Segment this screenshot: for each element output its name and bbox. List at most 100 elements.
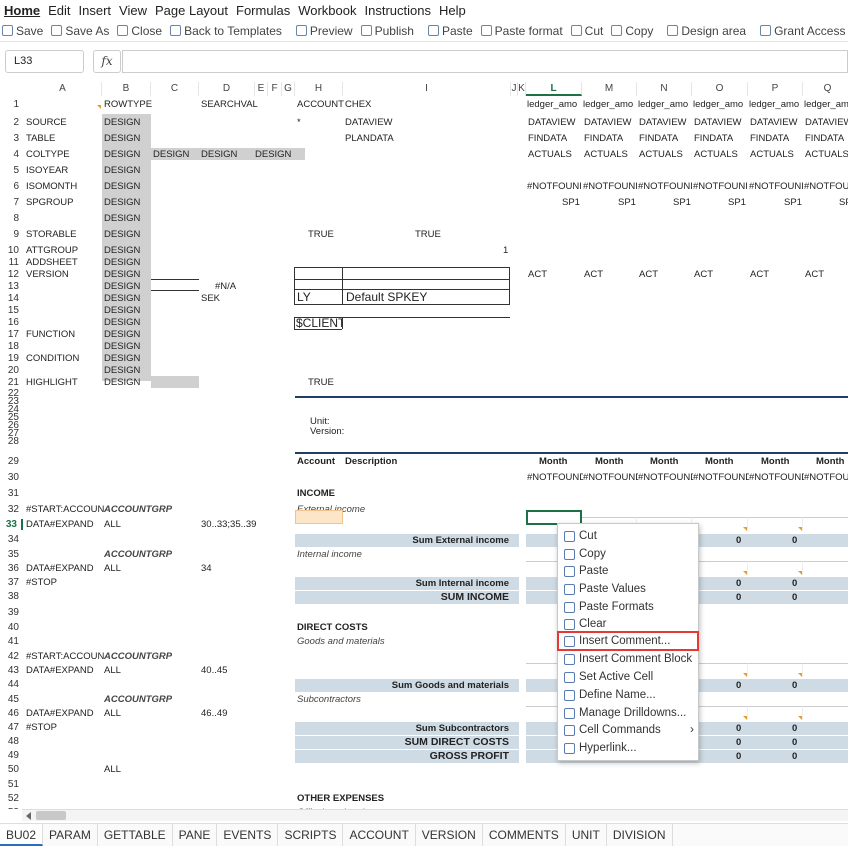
toolbar-back-to-templates-button[interactable]: Back to Templates	[170, 24, 282, 38]
column-header-l[interactable]: L	[526, 82, 582, 96]
menu-workbook[interactable]: Workbook	[298, 3, 356, 18]
context-menu-manage-drilldowns[interactable]: Manage Drilldowns...	[558, 704, 698, 722]
row-header-43[interactable]: 43	[0, 665, 23, 676]
row-header-7[interactable]: 7	[0, 197, 23, 208]
row-header-47[interactable]: 47	[0, 722, 23, 733]
column-header-h[interactable]: H	[295, 82, 343, 96]
row-header-9[interactable]: 9	[0, 229, 23, 240]
toolbar-paste-button[interactable]: Paste	[427, 24, 473, 38]
row-header-36[interactable]: 36	[0, 563, 23, 574]
row-header-51[interactable]: 51	[0, 779, 23, 790]
row-header-50[interactable]: 50	[0, 764, 23, 775]
sheet-tab-pane[interactable]: PANE	[173, 824, 218, 846]
formula-input[interactable]	[122, 50, 848, 73]
context-menu-clear[interactable]: Clear	[558, 615, 698, 633]
row-header-37[interactable]: 37	[0, 577, 23, 588]
row-header-15[interactable]: 15	[0, 305, 23, 316]
column-header-m[interactable]: M	[582, 82, 637, 96]
toolbar-design-area-button[interactable]: Design area	[667, 24, 746, 38]
row-header-10[interactable]: 10	[0, 245, 23, 256]
context-menu-paste-values[interactable]: Paste Values	[558, 580, 698, 598]
row-header-41[interactable]: 41	[0, 636, 23, 647]
row-header-29[interactable]: 29	[0, 456, 23, 467]
column-header-j[interactable]: J	[511, 82, 518, 96]
context-menu-cut[interactable]: Cut	[558, 527, 698, 545]
column-header-f[interactable]: F	[268, 82, 282, 96]
context-menu-set-active-cell[interactable]: Set Active Cell	[558, 668, 698, 686]
column-header-q[interactable]: Q	[803, 82, 848, 96]
row-header-21[interactable]: 21	[0, 377, 23, 388]
row-header-44[interactable]: 44	[0, 679, 23, 690]
row-header-1[interactable]: 1	[0, 99, 23, 110]
menu-page-layout[interactable]: Page Layout	[155, 3, 228, 18]
scroll-thumb[interactable]	[36, 811, 66, 820]
menu-home[interactable]: Home	[4, 3, 40, 18]
menu-insert[interactable]: Insert	[79, 3, 112, 18]
column-header-g[interactable]: G	[282, 82, 295, 96]
row-header-32[interactable]: 32	[0, 504, 23, 515]
fx-button[interactable]: fx	[93, 50, 121, 73]
row-header-19[interactable]: 19	[0, 353, 23, 364]
toolbar-preview-button[interactable]: Preview	[295, 24, 353, 38]
sheet-tab-gettable[interactable]: GETTABLE	[98, 824, 173, 846]
row-header-39[interactable]: 39	[0, 607, 23, 618]
row-header-30[interactable]: 30	[0, 472, 23, 483]
name-box[interactable]: L33	[5, 50, 84, 73]
toolbar-cut-button[interactable]: Cut	[570, 24, 603, 38]
column-header-k[interactable]: K	[518, 82, 526, 96]
toolbar-save-as-button[interactable]: Save As	[51, 24, 109, 38]
row-header-35[interactable]: 35	[0, 549, 23, 560]
row-header-4[interactable]: 4	[0, 149, 23, 160]
sheet-tab-account[interactable]: ACCOUNT	[343, 824, 416, 846]
column-header-c[interactable]: C	[151, 82, 199, 96]
context-menu-define-name[interactable]: Define Name...	[558, 686, 698, 704]
menu-help[interactable]: Help	[439, 3, 466, 18]
row-header-34[interactable]: 34	[0, 534, 23, 545]
row-header-6[interactable]: 6	[0, 181, 23, 192]
row-header-2[interactable]: 2	[0, 117, 23, 128]
row-header-42[interactable]: 42	[0, 651, 23, 662]
row-header-20[interactable]: 20	[0, 365, 23, 376]
horizontal-scrollbar[interactable]	[22, 809, 848, 821]
column-header-i[interactable]: I	[343, 82, 511, 96]
row-header-18[interactable]: 18	[0, 341, 23, 352]
row-header-48[interactable]: 48	[0, 736, 23, 747]
toolbar-publish-button[interactable]: Publish	[360, 24, 414, 38]
row-header-33[interactable]: 33	[0, 519, 23, 530]
row-header-17[interactable]: 17	[0, 329, 23, 340]
toolbar-grant-access-button[interactable]: Grant Access	[760, 24, 845, 38]
toolbar-copy-button[interactable]: Copy	[611, 24, 653, 38]
column-header-e[interactable]: E	[255, 82, 268, 96]
row-header-53[interactable]: 53	[0, 807, 23, 809]
row-header-14[interactable]: 14	[0, 293, 23, 304]
menu-view[interactable]: View	[119, 3, 147, 18]
menu-instructions[interactable]: Instructions	[365, 3, 431, 18]
context-menu-insert-comment-block[interactable]: Insert Comment Block	[558, 650, 698, 668]
toolbar-paste-format-button[interactable]: Paste format	[480, 24, 563, 38]
context-menu-hyperlink[interactable]: Hyperlink...	[558, 739, 698, 757]
row-header-38[interactable]: 38	[0, 591, 23, 602]
row-header-52[interactable]: 52	[0, 793, 23, 804]
row-header-40[interactable]: 40	[0, 622, 23, 633]
row-header-13[interactable]: 13	[0, 281, 23, 292]
sheet-tab-comments[interactable]: COMMENTS	[483, 824, 566, 846]
column-header-a[interactable]: A	[24, 82, 102, 96]
sheet-tab-param[interactable]: PARAM	[43, 824, 98, 846]
row-header-46[interactable]: 46	[0, 708, 23, 719]
menu-formulas[interactable]: Formulas	[236, 3, 290, 18]
sheet-tab-bu02[interactable]: BU02	[0, 824, 44, 846]
context-menu-paste-formats[interactable]: Paste Formats	[558, 598, 698, 616]
spreadsheet-grid[interactable]: A B C D E F G H I J K L M N O P Q 1 2 3 4 5 6 7 8 9 10 11 12 13 14 15 16…	[0, 82, 848, 809]
sheet-tab-division[interactable]: DIVISION	[607, 824, 673, 846]
row-header-31[interactable]: 31	[0, 488, 23, 499]
row-header-16[interactable]: 16	[0, 317, 23, 328]
row-header-45[interactable]: 45	[0, 694, 23, 705]
row-header-5[interactable]: 5	[0, 165, 23, 176]
column-header-o[interactable]: O	[692, 82, 748, 96]
toolbar-close-button[interactable]: Close	[117, 24, 162, 38]
row-header-28[interactable]: 28	[0, 436, 23, 447]
context-menu-cell-commands[interactable]: Cell Commands ›	[558, 721, 698, 739]
sheet-tab-version[interactable]: VERSION	[416, 824, 483, 846]
row-header-49[interactable]: 49	[0, 750, 23, 761]
row-header-8[interactable]: 8	[0, 213, 23, 224]
